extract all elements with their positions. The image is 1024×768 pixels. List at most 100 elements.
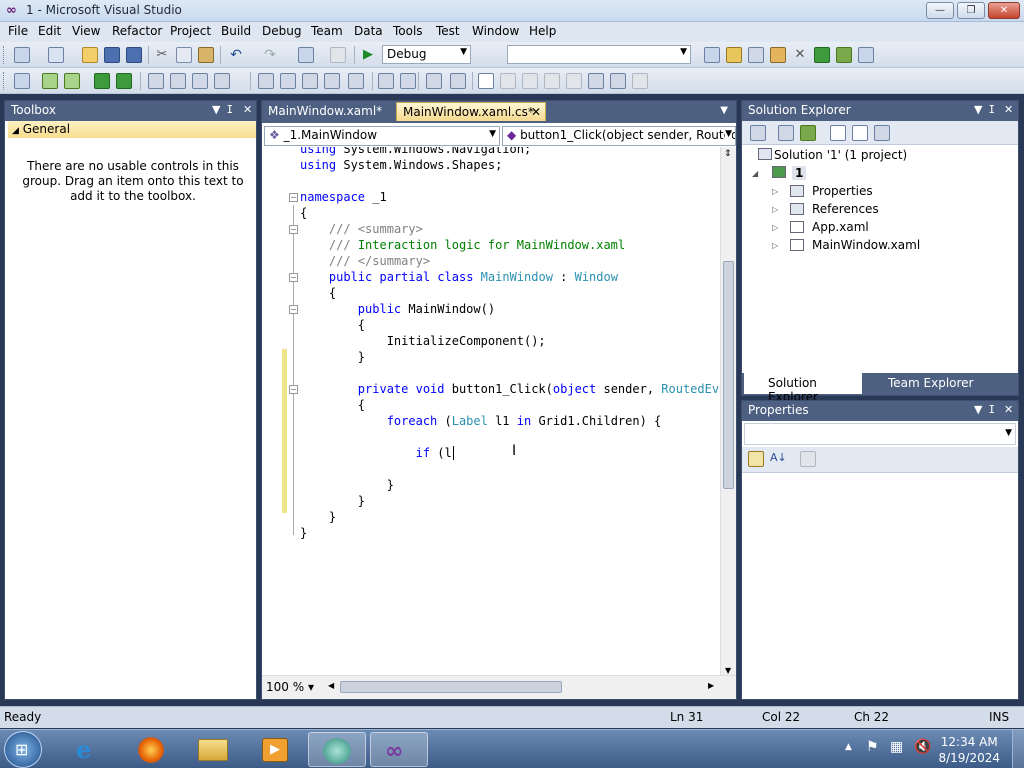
decrease-indent-icon[interactable]: [148, 73, 164, 89]
auto-hide-pin-icon[interactable]: ⵊ: [989, 403, 995, 416]
solution-explorer-icon[interactable]: [726, 47, 742, 63]
menu-edit[interactable]: Edit: [38, 24, 61, 38]
tree-item-properties[interactable]: Properties: [812, 184, 873, 198]
show-all-files-icon[interactable]: [778, 125, 794, 141]
menu-help[interactable]: Help: [529, 24, 556, 38]
tree-item-references[interactable]: References: [812, 202, 879, 216]
editor-vertical-scrollbar[interactable]: ⇕ ▼: [720, 147, 736, 677]
menu-project[interactable]: Project: [170, 24, 211, 38]
taskbar-media-player[interactable]: ▶: [246, 732, 304, 767]
parameter-info-icon[interactable]: [42, 73, 58, 89]
word-wrap-icon[interactable]: [450, 73, 466, 89]
code-area[interactable]: − − − − − using System.Windows.Navigatio…: [262, 147, 736, 677]
outline-icon[interactable]: [426, 73, 442, 89]
command-window-icon[interactable]: [858, 47, 874, 63]
horizontal-scroll-thumb[interactable]: [340, 681, 562, 693]
menu-build[interactable]: Build: [221, 24, 251, 38]
start-page-icon[interactable]: [814, 47, 830, 63]
taskbar-live-messenger[interactable]: [308, 732, 366, 767]
collapsed-arrow-icon[interactable]: ▷: [772, 223, 778, 232]
collapsed-arrow-icon[interactable]: ▷: [772, 205, 778, 214]
show-hidden-icons-icon[interactable]: ▲: [845, 742, 852, 752]
scroll-right-icon[interactable]: ▶: [708, 681, 714, 690]
next-bookmark-icon[interactable]: [302, 73, 318, 89]
show-desktop-button[interactable]: [1012, 730, 1024, 768]
tab-list-chevron-icon[interactable]: ▼: [720, 105, 728, 116]
extension-manager-icon[interactable]: [836, 47, 852, 63]
tree-item-app-xaml[interactable]: App.xaml: [812, 220, 869, 234]
close-button[interactable]: ✕: [988, 2, 1020, 19]
expanded-arrow-icon[interactable]: ◢: [752, 169, 758, 178]
quick-info-icon[interactable]: [64, 73, 80, 89]
window-position-chevron-icon[interactable]: ▼: [974, 403, 982, 416]
find-combo[interactable]: ▼: [507, 45, 691, 64]
properties-icon[interactable]: [750, 125, 766, 141]
tab-close-icon[interactable]: ✕: [531, 105, 541, 119]
tree-item-mainwindow-xaml[interactable]: MainWindow.xaml: [812, 238, 920, 252]
object-selector-dropdown[interactable]: ▼: [744, 423, 1016, 445]
format-document-icon[interactable]: [324, 73, 340, 89]
reference-highlight-icon[interactable]: [610, 73, 626, 89]
align-left-icon[interactable]: [378, 73, 394, 89]
collapsed-arrow-icon[interactable]: ▷: [772, 241, 778, 250]
taskbar-visual-studio[interactable]: ∞: [370, 732, 428, 767]
clear-bookmarks-icon[interactable]: [348, 73, 364, 89]
align-center-icon[interactable]: [400, 73, 416, 89]
copy-icon[interactable]: [176, 47, 192, 63]
bookmark-icon[interactable]: [116, 73, 132, 89]
navigate-backward-icon[interactable]: [298, 47, 314, 63]
menu-view[interactable]: View: [72, 24, 100, 38]
outline-collapse-ctor-icon[interactable]: −: [289, 305, 298, 314]
undo-icon[interactable]: ↶: [228, 47, 244, 63]
start-button[interactable]: ⊞: [4, 731, 42, 768]
collapsed-arrow-icon[interactable]: ▷: [772, 187, 778, 196]
cut-icon[interactable]: ✂: [154, 47, 170, 63]
paste-icon[interactable]: [198, 47, 214, 63]
menu-test[interactable]: Test: [436, 24, 460, 38]
tab-team-explorer[interactable]: Team Explorer: [864, 373, 978, 394]
member-navigation-dropdown[interactable]: ◆ button1_Click(object sender, RoutedE ▼: [502, 126, 736, 146]
alphabetical-icon[interactable]: A↓: [770, 451, 787, 467]
tab-solution-explorer[interactable]: Solution Explorer: [744, 373, 862, 404]
volume-muted-icon[interactable]: 🔇: [914, 739, 931, 755]
tab-mainwindow-xaml[interactable]: MainWindow.xaml*: [262, 102, 388, 121]
window-position-chevron-icon[interactable]: ▼: [974, 103, 982, 116]
display-object-member-list-icon[interactable]: [14, 73, 30, 89]
tree-project[interactable]: 1: [792, 166, 807, 180]
panel-close-icon[interactable]: ✕: [1004, 103, 1013, 116]
save-icon[interactable]: [104, 47, 120, 63]
menu-window[interactable]: Window: [472, 24, 519, 38]
increase-indent-icon[interactable]: [170, 73, 186, 89]
comment-out-icon[interactable]: [192, 73, 208, 89]
menu-tools[interactable]: Tools: [393, 24, 423, 38]
taskbar-firefox[interactable]: [122, 732, 180, 767]
navigate-forward-icon[interactable]: [330, 47, 346, 63]
complete-word-icon[interactable]: [94, 73, 110, 89]
class-navigation-dropdown[interactable]: ❖ _1.MainWindow ▼: [264, 126, 500, 146]
toggle-bookmark-icon[interactable]: [258, 73, 274, 89]
outline-collapse-namespace-icon[interactable]: −: [289, 193, 298, 202]
outline-collapse-method-icon[interactable]: −: [289, 385, 298, 394]
view-code-icon[interactable]: [830, 125, 846, 141]
object-browser-icon[interactable]: [770, 47, 786, 63]
taskbar-file-explorer[interactable]: [184, 732, 242, 767]
new-project-icon[interactable]: [14, 47, 30, 63]
zoom-level-dropdown[interactable]: 100 % ▾: [266, 680, 314, 694]
network-icon[interactable]: ▦: [890, 739, 903, 755]
menu-file[interactable]: File: [8, 24, 28, 38]
taskbar-internet-explorer[interactable]: e: [60, 732, 118, 767]
toolbox-icon[interactable]: ✕: [792, 47, 808, 63]
menu-refactor[interactable]: Refactor: [112, 24, 162, 38]
menu-debug[interactable]: Debug: [262, 24, 301, 38]
solution-configuration-select[interactable]: Debug ▼: [382, 45, 471, 64]
outline-collapse-class-icon[interactable]: −: [289, 273, 298, 282]
uncomment-icon[interactable]: [214, 73, 230, 89]
view-class-diagram-icon[interactable]: [874, 125, 890, 141]
maximize-button[interactable]: ❐: [957, 2, 985, 19]
find-in-files-icon[interactable]: [704, 47, 720, 63]
minimize-button[interactable]: —: [926, 2, 954, 19]
auto-hide-pin-icon[interactable]: ⵊ: [989, 103, 995, 116]
scroll-down-icon[interactable]: ▼: [725, 666, 731, 675]
next-reference-icon[interactable]: [588, 73, 604, 89]
panel-close-icon[interactable]: ✕: [1004, 403, 1013, 416]
